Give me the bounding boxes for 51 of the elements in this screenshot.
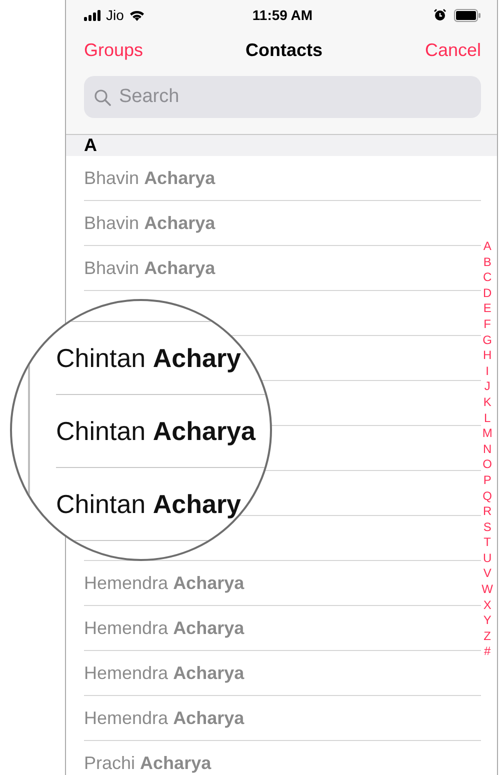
- index-letter[interactable]: C: [483, 270, 492, 286]
- status-time: 11:59 AM: [252, 7, 313, 23]
- wifi-icon: [128, 9, 145, 21]
- contact-name: Chintan Acharya: [56, 416, 256, 446]
- index-letter[interactable]: Y: [483, 613, 492, 629]
- screen-title: Contacts: [245, 40, 322, 60]
- carrier-name: Jio: [106, 7, 124, 23]
- search-icon: [94, 88, 111, 106]
- index-letter[interactable]: B: [483, 254, 492, 270]
- contact-name: Chintan Achary: [56, 488, 242, 520]
- index-letter[interactable]: U: [483, 550, 492, 566]
- index-letter[interactable]: A: [483, 239, 492, 255]
- contact-name: Prachi Acharya: [84, 752, 212, 774]
- index-letter[interactable]: #: [484, 644, 491, 660]
- index-letter[interactable]: L: [484, 410, 491, 426]
- index-letter[interactable]: K: [483, 394, 492, 411]
- index-letter[interactable]: J: [484, 379, 490, 395]
- battery-icon: [454, 8, 481, 22]
- index-letter[interactable]: I: [486, 364, 489, 380]
- contact-name: Bhavin Acharya: [84, 258, 216, 278]
- index-letter[interactable]: H: [483, 348, 492, 364]
- alarm-icon: [434, 9, 446, 21]
- section-letter: A: [84, 135, 97, 156]
- index-letter[interactable]: F: [484, 316, 491, 333]
- groups-button[interactable]: Groups: [84, 40, 144, 60]
- contact-name: Bhavin Acharya: [84, 212, 216, 234]
- contact-name: Bhavin Acharya: [84, 168, 216, 188]
- index-letter[interactable]: D: [483, 286, 492, 302]
- contact-name: Hemendra Acharya: [84, 708, 244, 728]
- index-letter[interactable]: O: [482, 457, 492, 473]
- contact-name: Hemendra Acharya: [84, 572, 244, 594]
- contact-name: Hemendra Acharya: [84, 618, 244, 638]
- index-letter[interactable]: Z: [484, 628, 491, 644]
- contact-name: Hemendra Acharya: [84, 662, 244, 684]
- index-letter[interactable]: E: [483, 301, 492, 317]
- index-letter[interactable]: W: [482, 582, 493, 598]
- signal-icon: [84, 10, 101, 20]
- search-field[interactable]: Search: [84, 76, 481, 118]
- index-letter[interactable]: G: [482, 332, 492, 348]
- index-letter[interactable]: X: [483, 598, 492, 614]
- index-letter[interactable]: M: [482, 426, 492, 442]
- index-letter[interactable]: V: [483, 566, 492, 582]
- index-letter[interactable]: S: [483, 520, 492, 536]
- contact-name: Chintan Achary: [56, 342, 242, 374]
- index-letter[interactable]: R: [483, 504, 492, 520]
- cancel-button[interactable]: Cancel: [424, 40, 481, 60]
- index-letter[interactable]: Q: [482, 488, 492, 504]
- index-letter[interactable]: N: [483, 442, 492, 458]
- index-letter[interactable]: P: [483, 472, 492, 488]
- index-letter[interactable]: T: [484, 535, 491, 551]
- search-input[interactable]: Search: [117, 85, 471, 109]
